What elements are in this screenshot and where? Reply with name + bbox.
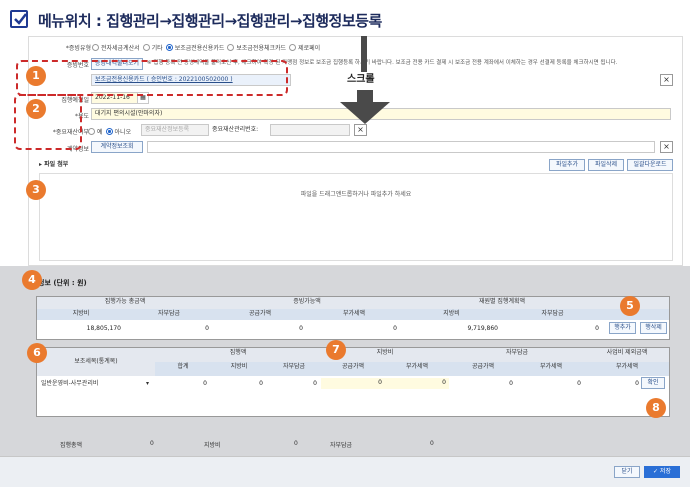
hdr-d-vat2: 부가세액 (517, 362, 585, 376)
summary-grid: 집행가능 총금액 증빙가능액 재원별 집행계획액 지방비 자부담금 공급가액 부… (36, 296, 670, 340)
hdr-exec-total: 집행가능 총금액 (37, 297, 213, 309)
detail-grid: 보조세목(통계목) 집행액 지방비 자부담금 사업비 제외금액 합계 지방비 자… (36, 347, 670, 417)
cell-total: 0 (203, 380, 207, 387)
summary-title: 정보 (단위 : 원) (38, 279, 87, 287)
hdr-d-local: 지방비 (211, 362, 267, 376)
hdr-d-vat3: 부가세액 (585, 362, 669, 376)
hdr-d-supply2: 공급가액 (449, 362, 517, 376)
cell-plan-self: 0 (595, 325, 599, 332)
radio-zeropay[interactable] (289, 43, 297, 51)
cell-vat-amount: 0 (393, 325, 397, 332)
opt-zeropay: 제로페이 (298, 44, 321, 52)
opt-credit-card: 보조금전용신용카드 (174, 44, 225, 52)
radio-etax[interactable] (92, 43, 99, 51)
opt-etax: 전자세금계산서 (101, 44, 140, 52)
radio-check-card[interactable] (227, 43, 235, 51)
hdr-reuse: 재원별 집행계획액 (401, 297, 603, 309)
cell-plan-local: 9,719,860 (467, 325, 498, 332)
asset-info-field[interactable]: 중요재산정보등록 (141, 124, 209, 136)
step-badge-2: 2 (26, 99, 46, 119)
hdr-local: 지방비 (37, 309, 125, 320)
hdr-exec: 집행액 (155, 348, 321, 362)
file-drop-area[interactable]: 파일을 드래그앤드롭하거나 파일추가 하세요 (39, 173, 673, 261)
cell-d-self: 0 (313, 380, 317, 387)
row-item-select[interactable]: 일반운영비-사무관리비 ▾ (41, 379, 149, 389)
clear-card-button[interactable]: × (660, 74, 673, 86)
cell-d-local: 0 (259, 380, 263, 387)
cell-d-vat3: 0 (635, 380, 639, 387)
dialog-footer: 닫기 ✓ 저장 (0, 456, 690, 487)
step-badge-5: 5 (620, 296, 640, 316)
page-header: 메뉴위치 : 집행관리→집행관리→집행관리→집행정보등록 (0, 0, 690, 36)
evidence-type-radios: 전자세금계산서 기타 보조금전용신용카드 보조금전용체크카드 제로페이 (89, 39, 320, 55)
step-badge-4: 4 (22, 270, 42, 290)
hdr-self: 자부담금 (125, 309, 213, 320)
radio-asset-no[interactable] (105, 127, 113, 135)
hdr-total: 합계 (155, 362, 211, 376)
clear-asset-button[interactable]: × (354, 124, 367, 136)
evidence-type-label: *증빙유형 (65, 45, 91, 52)
hdr-item: 보조세목(통계목) (37, 348, 155, 376)
row-add-button[interactable]: 행추가 (609, 322, 636, 334)
drop-hint: 파일을 드래그앤드롭하거나 파일추가 하세요 (300, 191, 412, 198)
hdr-d-vat: 부가세액 (385, 362, 449, 376)
step-badge-7: 7 (326, 340, 346, 360)
step-badge-1: 1 (26, 66, 46, 86)
hdr-vat: 부가세액 (307, 309, 401, 320)
opt-check-card: 보조금전용체크카드 (236, 44, 287, 52)
local-total-label: 지방비 (204, 442, 221, 449)
asset-number-field[interactable] (270, 124, 350, 136)
highlight-box-fields (14, 94, 82, 150)
cell-d-supply[interactable]: 0 (321, 378, 385, 389)
asset-radios: 예 아니오 (85, 123, 131, 139)
opt-asset-no: 아니오 (114, 128, 132, 136)
hdr-biz-group: 사업비 제외금액 (585, 348, 669, 362)
hdr-local2: 지방비 (401, 309, 502, 320)
scroll-arrow-icon (340, 36, 390, 124)
cell-local-amount: 18,805,170 (86, 325, 121, 332)
self-total-label: 자부담금 (330, 442, 353, 449)
contract-search-button[interactable]: 계약정보조회 (91, 141, 143, 153)
confirm-button[interactable]: 확인 (641, 377, 665, 389)
step-badge-3: 3 (26, 180, 46, 200)
self-total-value: 0 (430, 440, 434, 447)
hdr-supply: 공급가액 (213, 309, 307, 320)
step-badge-8: 8 (646, 398, 666, 418)
cell-supply-amount: 0 (299, 325, 303, 332)
menu-location-title: 메뉴위치 : 집행관리→집행관리→집행관리→집행정보등록 (38, 12, 382, 30)
cell-d-vat2: 0 (577, 380, 581, 387)
highlight-box-card (16, 60, 288, 96)
radio-etc[interactable] (142, 43, 150, 51)
hdr-self2: 자부담금 (502, 309, 603, 320)
opt-asset-yes: 예 (97, 128, 103, 136)
file-attach-label: ▸ 파일 첨부 (39, 161, 69, 168)
hdr-proof: 증빙가능액 (213, 297, 401, 309)
cell-d-vat[interactable]: 0 (385, 378, 449, 389)
step-badge-6: 6 (27, 343, 47, 363)
exec-total-value: 0 (150, 440, 154, 447)
close-button[interactable]: 닫기 (614, 466, 640, 478)
row-delete-button[interactable]: 행삭제 (640, 322, 667, 334)
exec-total-label: 집행총액 (60, 442, 83, 449)
hdr-d-supply: 공급가액 (321, 362, 385, 376)
opt-etc: 기타 (151, 44, 163, 52)
save-button[interactable]: ✓ 저장 (644, 466, 680, 478)
checkbox-icon (10, 10, 28, 28)
file-delete-button[interactable]: 파일삭제 (588, 159, 624, 171)
file-add-button[interactable]: 파일추가 (549, 159, 585, 171)
contract-field[interactable] (147, 141, 655, 153)
radio-asset-yes[interactable] (88, 127, 95, 135)
hdr-self-group: 자부담금 (449, 348, 585, 362)
local-total-value: 0 (294, 440, 298, 447)
cell-d-supply2: 0 (509, 380, 513, 387)
cell-self-amount: 0 (205, 325, 209, 332)
asset-number-label: 중요재산관리번호: (212, 126, 259, 133)
hdr-d-self: 자부담금 (267, 362, 321, 376)
chevron-down-icon: ▾ (145, 380, 149, 387)
file-download-button[interactable]: 일괄다운로드 (627, 159, 673, 171)
clear-contract-button[interactable]: × (660, 141, 673, 153)
radio-credit-card[interactable] (165, 43, 173, 51)
